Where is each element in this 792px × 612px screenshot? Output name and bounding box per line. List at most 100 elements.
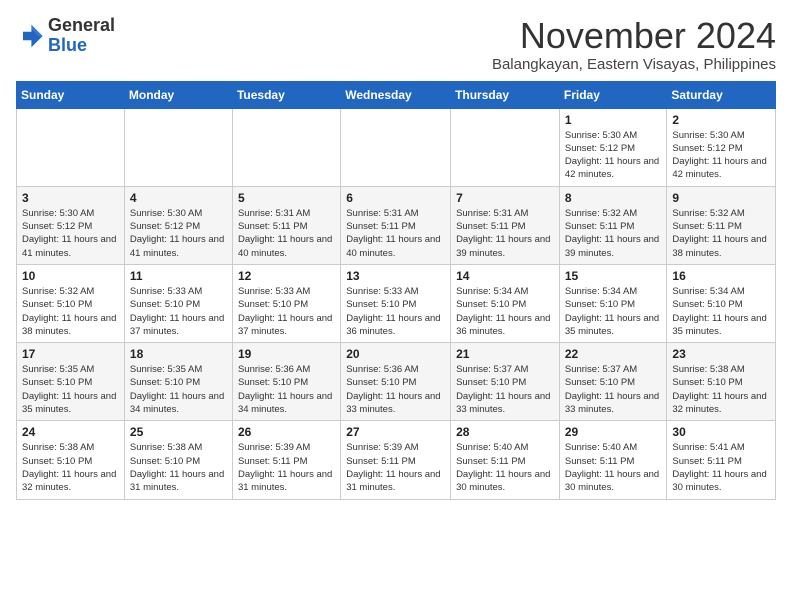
calendar-cell: 24 Sunrise: 5:38 AM Sunset: 5:10 PM Dayli… <box>17 421 125 499</box>
calendar-cell: 18 Sunrise: 5:35 AM Sunset: 5:10 PM Dayli… <box>124 343 232 421</box>
day-info: Sunrise: 5:32 AM Sunset: 5:10 PM Dayligh… <box>22 285 119 338</box>
day-info: Sunrise: 5:34 AM Sunset: 5:10 PM Dayligh… <box>672 285 770 338</box>
calendar-cell: 21Sunrise: 5:37 AM Sunset: 5:10 PM Dayli… <box>451 343 560 421</box>
calendar-cell: 19 Sunrise: 5:36 AM Sunset: 5:10 PM Dayli… <box>232 343 340 421</box>
day-info: Sunrise: 5:35 AM Sunset: 5:10 PM Dayligh… <box>130 363 227 416</box>
calendar-cell: 28 Sunrise: 5:40 AM Sunset: 5:11 PM Dayli… <box>451 421 560 499</box>
day-info: Sunrise: 5:31 AM Sunset: 5:11 PM Dayligh… <box>346 207 445 260</box>
month-title: November 2024 <box>492 16 776 56</box>
calendar-cell: 29 Sunrise: 5:40 AM Sunset: 5:11 PM Dayli… <box>559 421 667 499</box>
day-info: Sunrise: 5:41 AM Sunset: 5:11 PM Dayligh… <box>672 441 770 494</box>
day-info: Sunrise: 5:37 AM Sunset: 5:10 PM Dayligh… <box>456 363 554 416</box>
day-number: 1 <box>565 113 662 127</box>
title-block: November 2024 Balangkayan, Eastern Visay… <box>492 16 776 73</box>
logo-icon <box>16 22 44 50</box>
day-number: 24 <box>22 425 119 439</box>
day-info: Sunrise: 5:32 AM Sunset: 5:11 PM Dayligh… <box>672 207 770 260</box>
day-info: Sunrise: 5:35 AM Sunset: 5:10 PM Dayligh… <box>22 363 119 416</box>
day-number: 13 <box>346 269 445 283</box>
day-number: 15 <box>565 269 662 283</box>
calendar-header-friday: Friday <box>559 81 667 108</box>
day-number: 19 <box>238 347 335 361</box>
day-info: Sunrise: 5:37 AM Sunset: 5:10 PM Dayligh… <box>565 363 662 416</box>
calendar-cell: 25Sunrise: 5:38 AM Sunset: 5:10 PM Dayli… <box>124 421 232 499</box>
day-number: 20 <box>346 347 445 361</box>
calendar-week-4: 17 Sunrise: 5:35 AM Sunset: 5:10 PM Dayli… <box>17 343 776 421</box>
calendar-cell: 14Sunrise: 5:34 AM Sunset: 5:10 PM Dayli… <box>451 264 560 342</box>
calendar-cell: 12Sunrise: 5:33 AM Sunset: 5:10 PM Dayli… <box>232 264 340 342</box>
calendar-cell: 3 Sunrise: 5:30 AM Sunset: 5:12 PM Daylig… <box>17 186 125 264</box>
calendar-cell: 1 Sunrise: 5:30 AM Sunset: 5:12 PM Daylig… <box>559 108 667 186</box>
calendar-cell: 2Sunrise: 5:30 AM Sunset: 5:12 PM Daylig… <box>667 108 776 186</box>
day-number: 9 <box>672 191 770 205</box>
calendar-cell: 7 Sunrise: 5:31 AM Sunset: 5:11 PM Daylig… <box>451 186 560 264</box>
calendar-cell: 27Sunrise: 5:39 AM Sunset: 5:11 PM Dayli… <box>341 421 451 499</box>
day-number: 10 <box>22 269 119 283</box>
day-info: Sunrise: 5:34 AM Sunset: 5:10 PM Dayligh… <box>456 285 554 338</box>
day-number: 5 <box>238 191 335 205</box>
day-info: Sunrise: 5:36 AM Sunset: 5:10 PM Dayligh… <box>346 363 445 416</box>
day-number: 30 <box>672 425 770 439</box>
calendar-cell: 16 Sunrise: 5:34 AM Sunset: 5:10 PM Dayli… <box>667 264 776 342</box>
day-number: 29 <box>565 425 662 439</box>
day-number: 26 <box>238 425 335 439</box>
calendar-header-monday: Monday <box>124 81 232 108</box>
day-number: 16 <box>672 269 770 283</box>
calendar-header-saturday: Saturday <box>667 81 776 108</box>
day-number: 7 <box>456 191 554 205</box>
location: Balangkayan, Eastern Visayas, Philippine… <box>492 56 776 73</box>
day-info: Sunrise: 5:31 AM Sunset: 5:11 PM Dayligh… <box>456 207 554 260</box>
day-info: Sunrise: 5:31 AM Sunset: 5:11 PM Dayligh… <box>238 207 335 260</box>
day-info: Sunrise: 5:34 AM Sunset: 5:10 PM Dayligh… <box>565 285 662 338</box>
calendar-cell: 11 Sunrise: 5:33 AM Sunset: 5:10 PM Dayli… <box>124 264 232 342</box>
day-info: Sunrise: 5:40 AM Sunset: 5:11 PM Dayligh… <box>565 441 662 494</box>
page-header: General Blue November 2024 Balangkayan, … <box>16 16 776 73</box>
day-number: 18 <box>130 347 227 361</box>
calendar-cell: 26Sunrise: 5:39 AM Sunset: 5:11 PM Dayli… <box>232 421 340 499</box>
day-info: Sunrise: 5:33 AM Sunset: 5:10 PM Dayligh… <box>238 285 335 338</box>
calendar-cell: 4 Sunrise: 5:30 AM Sunset: 5:12 PM Daylig… <box>124 186 232 264</box>
calendar-cell: 22 Sunrise: 5:37 AM Sunset: 5:10 PM Dayli… <box>559 343 667 421</box>
calendar-cell: 17 Sunrise: 5:35 AM Sunset: 5:10 PM Dayli… <box>17 343 125 421</box>
day-info: Sunrise: 5:30 AM Sunset: 5:12 PM Dayligh… <box>130 207 227 260</box>
calendar-header-row: SundayMondayTuesdayWednesdayThursdayFrid… <box>17 81 776 108</box>
calendar-cell: 8 Sunrise: 5:32 AM Sunset: 5:11 PM Daylig… <box>559 186 667 264</box>
calendar-cell: 5 Sunrise: 5:31 AM Sunset: 5:11 PM Daylig… <box>232 186 340 264</box>
day-info: Sunrise: 5:38 AM Sunset: 5:10 PM Dayligh… <box>672 363 770 416</box>
calendar-week-1: 1 Sunrise: 5:30 AM Sunset: 5:12 PM Daylig… <box>17 108 776 186</box>
calendar-cell: 6 Sunrise: 5:31 AM Sunset: 5:11 PM Daylig… <box>341 186 451 264</box>
day-info: Sunrise: 5:38 AM Sunset: 5:10 PM Dayligh… <box>22 441 119 494</box>
calendar-header-thursday: Thursday <box>451 81 560 108</box>
day-info: Sunrise: 5:30 AM Sunset: 5:12 PM Dayligh… <box>565 129 662 182</box>
day-number: 22 <box>565 347 662 361</box>
day-info: Sunrise: 5:33 AM Sunset: 5:10 PM Dayligh… <box>130 285 227 338</box>
calendar-header-wednesday: Wednesday <box>341 81 451 108</box>
calendar-cell <box>232 108 340 186</box>
day-info: Sunrise: 5:30 AM Sunset: 5:12 PM Dayligh… <box>22 207 119 260</box>
day-number: 17 <box>22 347 119 361</box>
calendar-week-3: 10 Sunrise: 5:32 AM Sunset: 5:10 PM Dayli… <box>17 264 776 342</box>
calendar-cell <box>124 108 232 186</box>
day-number: 3 <box>22 191 119 205</box>
day-number: 11 <box>130 269 227 283</box>
calendar-cell: 9 Sunrise: 5:32 AM Sunset: 5:11 PM Daylig… <box>667 186 776 264</box>
calendar-cell: 30 Sunrise: 5:41 AM Sunset: 5:11 PM Dayli… <box>667 421 776 499</box>
day-info: Sunrise: 5:32 AM Sunset: 5:11 PM Dayligh… <box>565 207 662 260</box>
day-number: 27 <box>346 425 445 439</box>
day-info: Sunrise: 5:40 AM Sunset: 5:11 PM Dayligh… <box>456 441 554 494</box>
calendar-cell: 23Sunrise: 5:38 AM Sunset: 5:10 PM Dayli… <box>667 343 776 421</box>
calendar-cell: 13 Sunrise: 5:33 AM Sunset: 5:10 PM Dayli… <box>341 264 451 342</box>
day-info: Sunrise: 5:36 AM Sunset: 5:10 PM Dayligh… <box>238 363 335 416</box>
logo: General Blue <box>16 16 115 56</box>
calendar-table: SundayMondayTuesdayWednesdayThursdayFrid… <box>16 81 776 500</box>
day-info: Sunrise: 5:38 AM Sunset: 5:10 PM Dayligh… <box>130 441 227 494</box>
day-number: 28 <box>456 425 554 439</box>
calendar-cell: 15 Sunrise: 5:34 AM Sunset: 5:10 PM Dayli… <box>559 264 667 342</box>
calendar-header-sunday: Sunday <box>17 81 125 108</box>
day-number: 8 <box>565 191 662 205</box>
calendar-cell: 10 Sunrise: 5:32 AM Sunset: 5:10 PM Dayli… <box>17 264 125 342</box>
calendar-cell <box>17 108 125 186</box>
day-info: Sunrise: 5:33 AM Sunset: 5:10 PM Dayligh… <box>346 285 445 338</box>
day-number: 4 <box>130 191 227 205</box>
day-number: 6 <box>346 191 445 205</box>
